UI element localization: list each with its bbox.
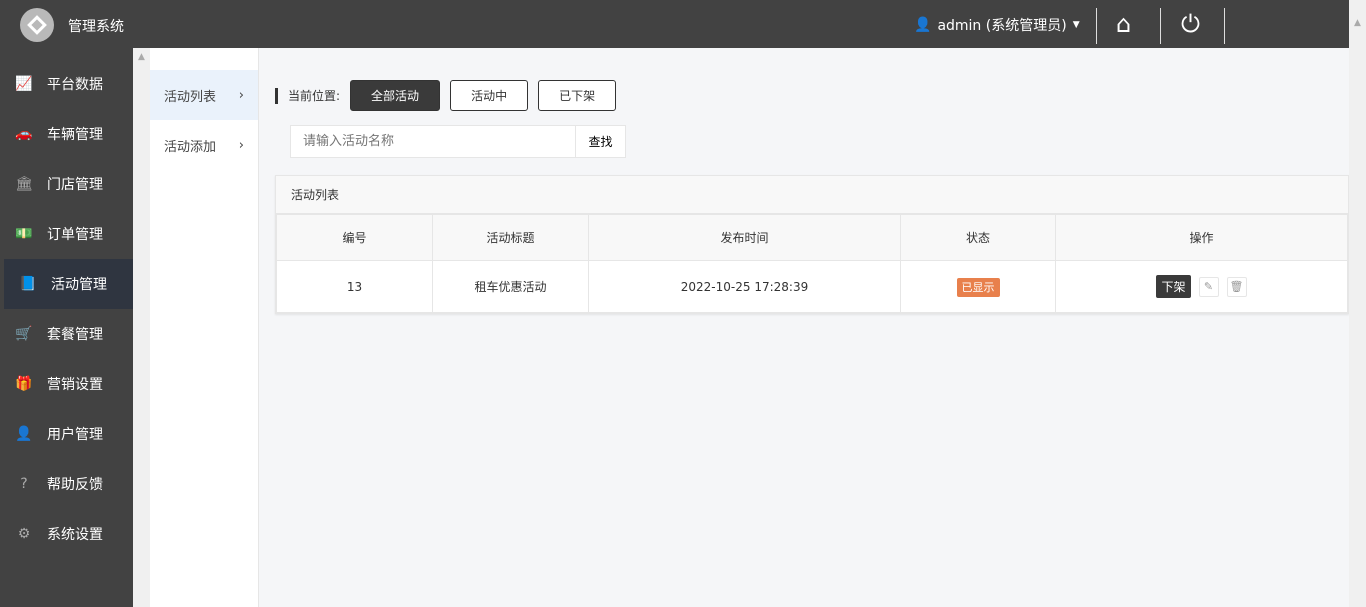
sidebar: 📈 平台数据 🚗 车辆管理 🏛 门店管理 💵 订单管理 📘 活动管理 🛒 套餐管理 🎁 营销设置 👤 用户管理… — [0, 48, 133, 607]
divider — [1160, 8, 1161, 44]
gift-icon: 🎁 — [15, 376, 33, 392]
sidebar-item[interactable]: ? 帮助反馈 — [0, 459, 133, 509]
sidebar-item-label: 活动管理 — [51, 277, 107, 293]
sidebar-item-label: 用户管理 — [47, 427, 103, 443]
cell-time: 2022-10-25 17:28:39 — [588, 260, 901, 313]
breadcrumb-marker — [275, 87, 278, 104]
column-header: 活动标题 — [432, 214, 589, 261]
column-header: 编号 — [276, 214, 433, 261]
sidebar-item[interactable]: ⚙ 系统设置 — [0, 509, 133, 559]
submenu: 活动列表 › 活动添加 › — [150, 48, 259, 607]
sidebar-item[interactable]: 🚗 车辆管理 — [0, 109, 133, 159]
filter-all-button[interactable]: 全部活动 — [350, 80, 441, 111]
column-header: 操作 — [1055, 214, 1348, 261]
sidebar-item-label: 系统设置 — [47, 527, 103, 543]
cell-title: 租车优惠活动 — [432, 260, 589, 313]
breadcrumb-label: 当前位置: — [288, 89, 341, 103]
user-icon: 👤 — [15, 426, 33, 442]
main-content: 当前位置: 全部活动 活动中 已下架 查找 活动列表 编号 活动标题 发布时间 … — [260, 48, 1349, 607]
submenu-item-activity-add[interactable]: 活动添加 › — [150, 120, 258, 170]
table-header-row: 编号 活动标题 发布时间 状态 操作 — [276, 214, 1348, 261]
caret-down-icon: ▼ — [1072, 20, 1080, 30]
sidebar-item[interactable]: 📈 平台数据 — [0, 59, 133, 109]
sidebar-item-label: 订单管理 — [47, 227, 103, 243]
edit-icon[interactable]: ✎ — [1198, 276, 1219, 297]
sidebar-item[interactable]: 🎁 营销设置 — [0, 359, 133, 409]
sidebar-item-label: 套餐管理 — [47, 327, 103, 343]
column-header: 发布时间 — [588, 214, 901, 261]
breadcrumb: 当前位置: 全部活动 活动中 已下架 — [275, 80, 617, 111]
trash-icon[interactable]: 🗑 — [1226, 276, 1247, 297]
chart-line-icon: 📈 — [15, 76, 33, 92]
column-header: 状态 — [900, 214, 1056, 261]
submenu-label: 活动列表 — [164, 89, 217, 105]
cell-id: 13 — [276, 260, 433, 313]
cell-actions: 下架 ✎ 🗑 — [1055, 260, 1348, 313]
sidebar-item[interactable]: 🛒 套餐管理 — [0, 309, 133, 359]
sidebar-item-label: 帮助反馈 — [47, 477, 103, 493]
sidebar-item-label: 门店管理 — [47, 177, 103, 193]
filter-active-button[interactable]: 活动中 — [450, 80, 529, 111]
activity-panel: 活动列表 编号 活动标题 发布时间 状态 操作 13 租车优惠活动 2022-1… — [275, 175, 1349, 314]
book-icon: 📘 — [19, 276, 37, 292]
home-icon[interactable]: ⌂ — [1116, 10, 1131, 38]
chevron-right-icon: › — [238, 87, 244, 103]
bank-icon: 🏛 — [15, 176, 33, 192]
sidebar-scrollbar[interactable]: ▲ — [133, 48, 150, 607]
search-button[interactable]: 查找 — [576, 125, 626, 158]
user-icon: 👤 — [914, 17, 932, 33]
sidebar-item[interactable]: 🏛 门店管理 — [0, 159, 133, 209]
submenu-item-activity-list[interactable]: 活动列表 › — [150, 70, 258, 120]
filter-offline-button[interactable]: 已下架 — [538, 80, 617, 111]
offline-button[interactable]: 下架 — [1156, 275, 1191, 298]
logo-icon — [20, 8, 54, 42]
power-icon[interactable]: ⏻ — [1181, 10, 1200, 38]
search-input[interactable] — [290, 125, 576, 158]
sidebar-item-label: 车辆管理 — [47, 127, 103, 143]
user-menu[interactable]: 👤 admin (系统管理员) ▼ — [914, 15, 1080, 35]
user-name: admin (系统管理员) — [937, 18, 1067, 34]
sidebar-item-label: 营销设置 — [47, 377, 103, 393]
cart-icon: 🛒 — [15, 326, 33, 342]
chevron-right-icon: › — [238, 137, 244, 153]
gear-icon: ⚙ — [17, 526, 31, 542]
sidebar-item[interactable]: 💵 订单管理 — [0, 209, 133, 259]
sidebar-item[interactable]: 📘 活动管理 — [4, 259, 133, 309]
table-row: 13 租车优惠活动 2022-10-25 17:28:39 已显示 下架 ✎ 🗑 — [276, 260, 1348, 313]
money-icon: 💵 — [15, 226, 33, 242]
submenu-label: 活动添加 — [164, 139, 217, 155]
sidebar-item-label: 平台数据 — [47, 77, 103, 93]
car-icon: 🚗 — [15, 126, 33, 142]
panel-title: 活动列表 — [276, 176, 1348, 214]
search-bar: 查找 — [290, 125, 626, 158]
app-title: 管理系统 — [68, 19, 124, 35]
cell-status: 已显示 — [900, 260, 1056, 313]
page-scrollbar[interactable]: ▲ — [1349, 0, 1366, 607]
activity-table: 编号 活动标题 发布时间 状态 操作 13 租车优惠活动 2022-10-25 … — [276, 214, 1348, 313]
divider — [1096, 8, 1097, 44]
question-icon: ? — [20, 476, 28, 492]
status-badge: 已显示 — [956, 277, 1000, 297]
sidebar-item[interactable]: 👤 用户管理 — [0, 409, 133, 459]
top-header: 管理系统 👤 admin (系统管理员) ▼ ⌂ ⏻ — [0, 0, 1349, 48]
divider — [1224, 8, 1225, 44]
